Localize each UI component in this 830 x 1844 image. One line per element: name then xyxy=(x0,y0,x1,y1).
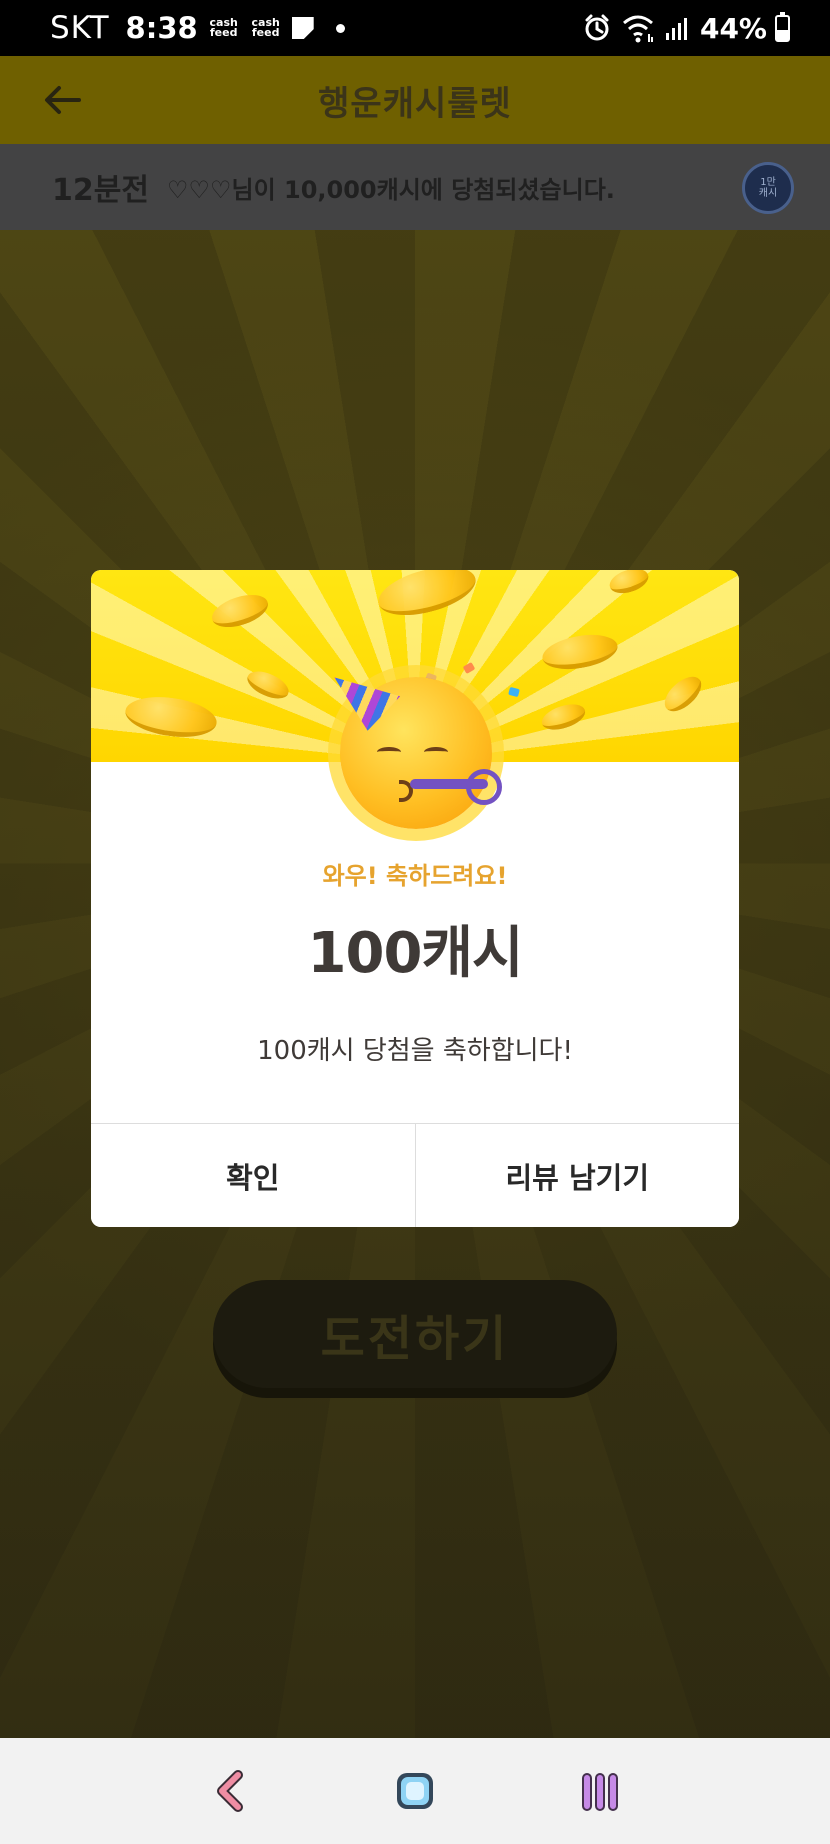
gold-coin-icon xyxy=(122,691,220,743)
confetti-icon xyxy=(508,686,520,698)
dot-icon xyxy=(335,23,345,33)
cash-coin-badge-icon: 1만 캐시 xyxy=(742,162,794,214)
status-right: 44% xyxy=(582,11,790,45)
page-title: 행운캐시룰렛 xyxy=(318,83,512,124)
alarm-icon xyxy=(585,14,609,41)
app-header: 행운캐시룰렛 xyxy=(0,56,830,144)
nav-back-button[interactable] xyxy=(195,1756,265,1826)
status-bar: SKT 8:38 cash feed cash feed 44% xyxy=(0,0,830,56)
challenge-button[interactable]: 도전하기 xyxy=(213,1280,617,1388)
roulette-screen: SKT 8:38 cash feed cash feed 44% 행운캐시룰렛 … xyxy=(0,0,830,1844)
dialog-actions: 확인 리뷰 남기기 xyxy=(91,1123,739,1227)
gold-coin-icon xyxy=(373,570,481,625)
party-whistle-icon xyxy=(410,769,502,805)
gold-coin-icon xyxy=(539,629,621,675)
status-time: 8:38 xyxy=(125,11,198,45)
back-button[interactable] xyxy=(38,76,86,124)
closed-eye-icon xyxy=(377,747,401,757)
battery-icon xyxy=(775,11,790,42)
winner-ticker: 12분전 ♡♡♡님이 10,000캐시에 당첨되셨습니다. 1만 캐시 xyxy=(0,144,830,230)
ticker-message: ♡♡♡님이 10,000캐시에 당첨되셨습니다. xyxy=(166,175,615,204)
badge-unit: 캐시 xyxy=(758,188,778,199)
nav-home-button[interactable] xyxy=(380,1756,450,1826)
gold-coin-icon xyxy=(538,699,589,735)
signal-icon xyxy=(665,18,687,40)
congrats-label: 와우! 축하드려요! xyxy=(322,862,508,890)
closed-eye-icon xyxy=(424,747,448,757)
prize-amount: 100캐시 xyxy=(307,921,524,986)
gold-coin-icon xyxy=(606,570,652,598)
memo-icon xyxy=(291,17,314,39)
wifi-icon xyxy=(622,15,653,43)
carrier-label: SKT xyxy=(50,10,110,46)
gold-coin-icon xyxy=(208,588,272,634)
prize-message: 100캐시 당첨을 축하합니다! xyxy=(257,1036,573,1066)
battery-percent: 44% xyxy=(699,11,767,45)
gold-coin-icon xyxy=(243,666,293,704)
leave-review-button[interactable]: 리뷰 남기기 xyxy=(414,1124,739,1227)
ticker-time: 12분전 xyxy=(52,173,149,208)
confirm-button[interactable]: 확인 xyxy=(91,1124,415,1227)
badge-amount: 1만 xyxy=(760,177,776,188)
status-left: SKT 8:38 cash feed cash feed xyxy=(50,10,345,46)
confetti-icon xyxy=(462,662,476,674)
android-navigation-bar xyxy=(0,1738,830,1844)
nav-recent-apps-button[interactable] xyxy=(565,1756,635,1826)
back-icon xyxy=(217,1770,244,1812)
arrow-left-icon xyxy=(45,86,81,114)
recent-apps-icon xyxy=(581,1773,618,1811)
gold-coin-icon xyxy=(658,670,708,718)
cashfeed-notification-icon: cash feed xyxy=(209,16,238,39)
cashfeed-notification-icon: cash feed xyxy=(251,16,280,39)
partying-face-icon xyxy=(340,677,502,829)
home-icon xyxy=(396,1773,433,1809)
prize-dialog: 와우! 축하드려요! 100캐시 100캐시 당첨을 축하합니다! 확인 리뷰 … xyxy=(91,570,739,1227)
